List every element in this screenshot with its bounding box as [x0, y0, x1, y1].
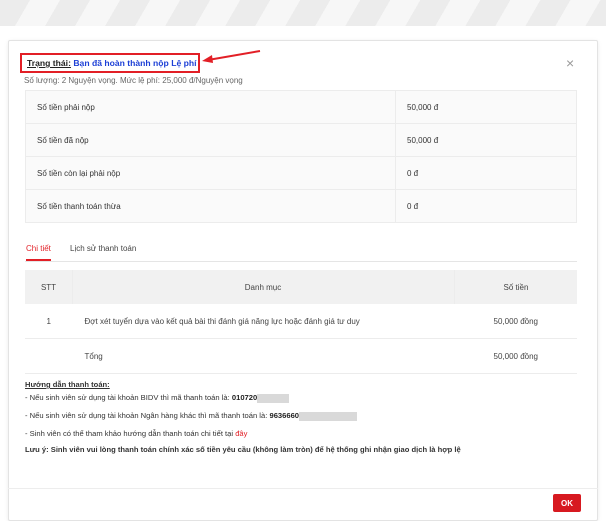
status-box: Trạng thái: Bạn đã hoàn thành nộp Lệ phí: [20, 53, 200, 73]
tab-detail[interactable]: Chi tiết: [26, 244, 51, 261]
guide-bidv-line: - Nếu sinh viên sử dụng tài khoản BIDV t…: [25, 391, 577, 404]
summary-label: Số tiền đã nộp: [25, 123, 396, 157]
total-amount: 50,000 đồng: [454, 338, 577, 374]
guide-title: Hướng dẫn thanh toán:: [25, 380, 110, 389]
payment-note: Lưu ý: Sinh viên vui lòng thanh toán chí…: [25, 445, 461, 454]
status-label: Trạng thái:: [27, 58, 71, 68]
guide-reference-link[interactable]: đây: [235, 429, 247, 438]
summary-value: 50,000 đ: [395, 90, 577, 124]
close-icon[interactable]: ×: [566, 56, 574, 70]
payment-guide: Hướng dẫn thanh toán: - Nếu sinh viên sử…: [25, 380, 577, 454]
redacted-mask: [299, 411, 358, 421]
summary-label: Số tiền thanh toán thừa: [25, 189, 396, 223]
ok-button[interactable]: OK: [553, 494, 581, 512]
other-bank-payment-code: 9636660: [269, 411, 300, 420]
redacted-mask: [257, 393, 290, 403]
arrow-annotation-icon: [202, 50, 261, 63]
table-row: Số tiền phải nộp 50,000 đ: [25, 90, 577, 124]
column-header-amount: Số tiền: [454, 270, 577, 304]
cell-amount: 50,000 đồng: [454, 304, 577, 339]
table-header-row: STT Danh mục Số tiền: [25, 270, 577, 304]
cell-stt: 1: [25, 304, 73, 339]
cell-empty: [25, 338, 73, 374]
summary-label: Số tiền phải nộp: [25, 90, 396, 124]
table-total-row: Tổng 50,000 đồng: [25, 338, 577, 374]
total-label: Tổng: [72, 338, 455, 374]
summary-value: 0 đ: [395, 156, 577, 190]
fee-subinfo: Số lượng: 2 Nguyện vọng. Mức lệ phí: 25,…: [24, 76, 243, 85]
guide-reference-line: - Sinh viên có thể tham khảo hướng dẫn t…: [25, 427, 577, 440]
tab-payment-history[interactable]: Lịch sử thanh toán: [70, 244, 136, 253]
footer-divider: [8, 488, 598, 489]
table-row: Số tiền đã nộp 50,000 đ: [25, 123, 577, 157]
status-value: Bạn đã hoàn thành nộp Lệ phí: [73, 58, 197, 68]
table-row: Số tiền thanh toán thừa 0 đ: [25, 189, 577, 223]
guide-other-bank-line: - Nếu sinh viên sử dụng tài khoản Ngân h…: [25, 409, 577, 422]
column-header-category: Danh mục: [72, 270, 455, 304]
cell-category: Đợt xét tuyển dựa vào kết quả bài thi đá…: [72, 304, 455, 339]
fee-summary-table: Số tiền phải nộp 50,000 đ Số tiền đã nộp…: [25, 90, 577, 223]
guide-bidv-text: - Nếu sinh viên sử dụng tài khoản BIDV t…: [25, 393, 230, 402]
summary-label: Số tiền còn lại phải nộp: [25, 156, 396, 190]
fee-detail-table: STT Danh mục Số tiền 1 Đợt xét tuyển dựa…: [25, 270, 577, 374]
column-header-stt: STT: [25, 270, 73, 304]
summary-value: 50,000 đ: [395, 123, 577, 157]
bidv-payment-code: 010720: [231, 393, 258, 402]
table-row: 1 Đợt xét tuyển dựa vào kết quả bài thi …: [25, 304, 577, 339]
background-stripes: [0, 0, 606, 26]
table-row: Số tiền còn lại phải nộp 0 đ: [25, 156, 577, 190]
guide-other-bank-text: - Nếu sinh viên sử dụng tài khoản Ngân h…: [25, 411, 268, 420]
guide-reference-text: - Sinh viên có thể tham khảo hướng dẫn t…: [25, 429, 234, 438]
detail-tabs: Chi tiết Lịch sử thanh toán: [25, 242, 577, 262]
summary-value: 0 đ: [395, 189, 577, 223]
